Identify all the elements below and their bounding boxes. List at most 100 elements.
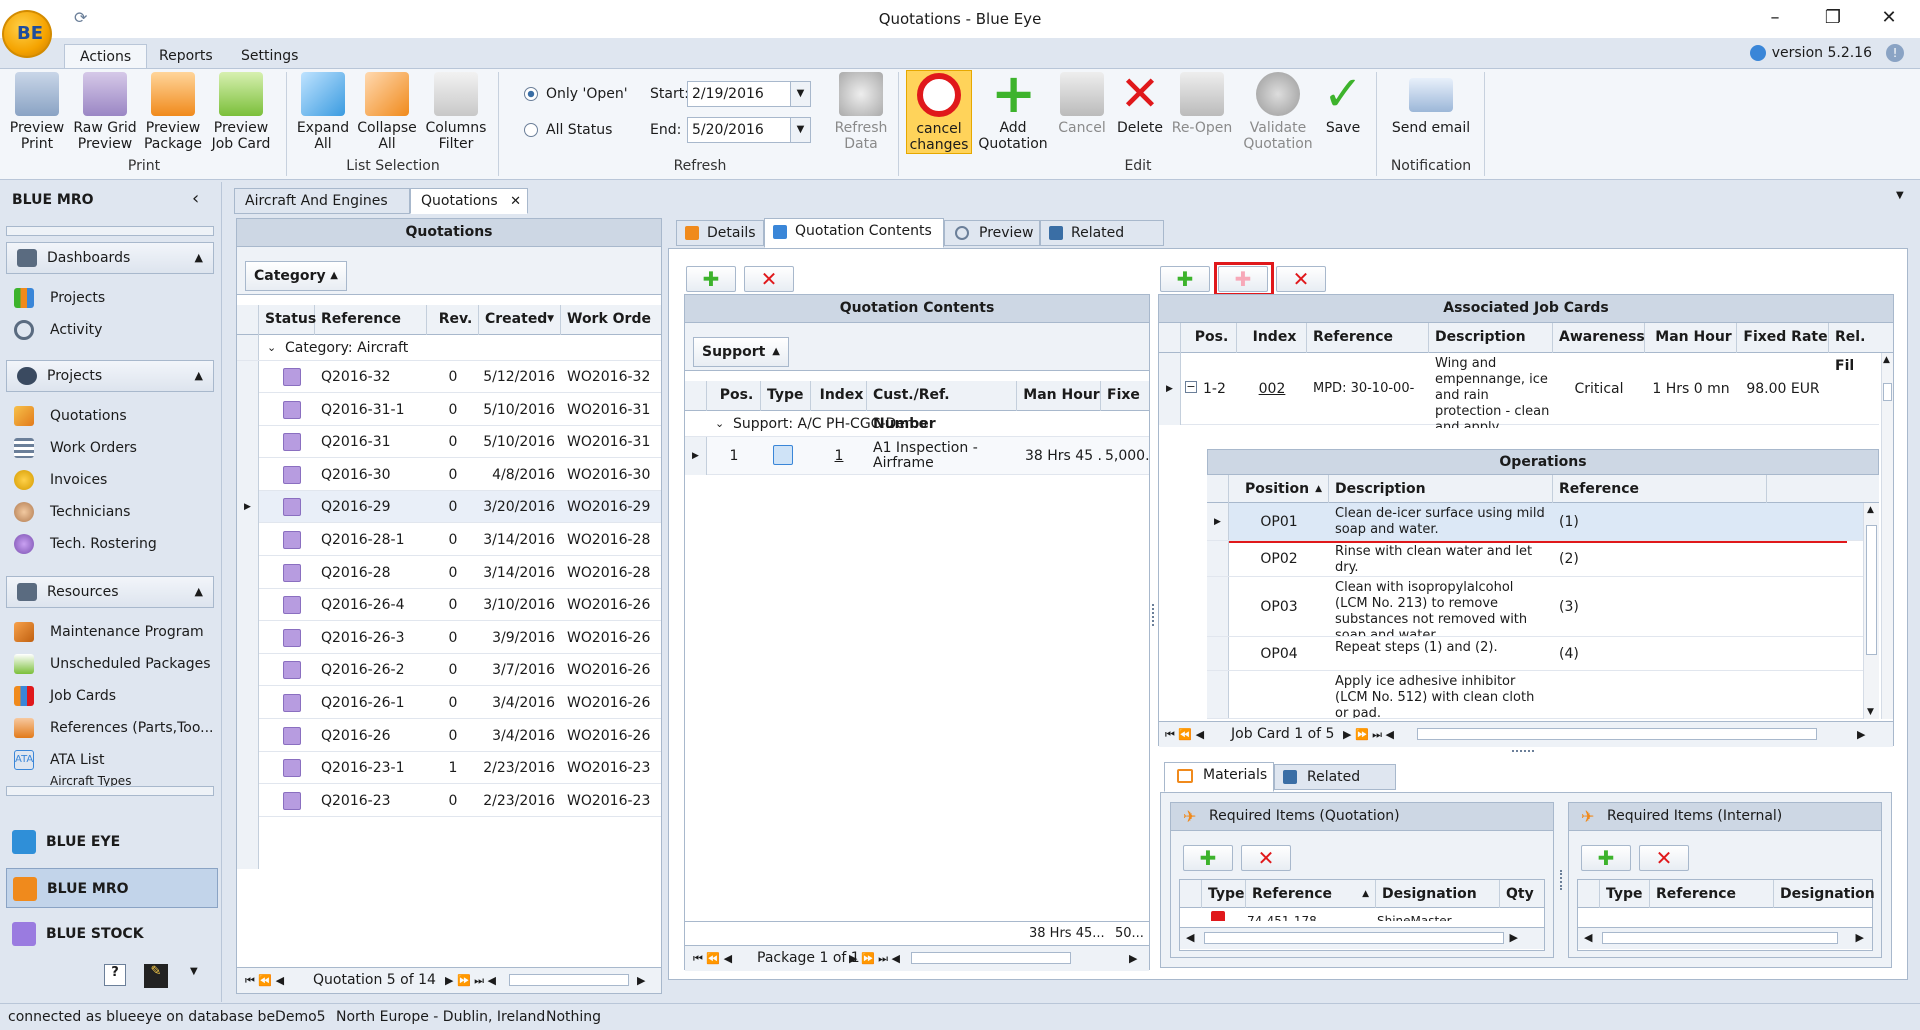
col-rq-reference[interactable]: Reference ▲: [1246, 880, 1376, 908]
preview-job-card-button[interactable]: Preview Job Card: [208, 72, 274, 152]
collapse-row-icon[interactable]: −: [1185, 381, 1197, 393]
chevron-down-icon[interactable]: ⌄: [267, 335, 276, 361]
projects-section-header[interactable]: Projects ▲: [6, 360, 214, 392]
delete-button[interactable]: ✕ Delete: [1112, 70, 1168, 136]
operation-row[interactable]: Apply ice adhesive inhibitor (LCM No. 51…: [1207, 671, 1863, 719]
horizontal-splitter[interactable]: [1512, 750, 1534, 752]
content-row[interactable]: ▶ 1 1 A1 Inspection - Airframe 38 Hrs 45…: [685, 437, 1149, 475]
col-work-order[interactable]: Work Orde: [561, 305, 661, 335]
job-card-index-link[interactable]: 002: [1237, 353, 1307, 397]
nav-first-icon[interactable]: ⏮ ⏪ ◀: [1165, 728, 1204, 741]
help-icon[interactable]: !: [1886, 44, 1904, 62]
start-date-field[interactable]: 2/19/2016 ▼: [687, 81, 811, 107]
refresh-data-button[interactable]: Refresh Data: [828, 72, 894, 152]
delete-job-card-button[interactable]: ✕: [1276, 266, 1326, 292]
preview-print-button[interactable]: Preview Print: [4, 72, 70, 152]
chevron-up-icon[interactable]: ▲: [195, 361, 203, 391]
nav-item-job-cards[interactable]: Job Cards: [14, 684, 116, 708]
col-pos[interactable]: Pos.: [707, 381, 761, 411]
chevron-down-icon[interactable]: ▼: [790, 118, 810, 142]
tab-details[interactable]: Details: [676, 220, 764, 246]
col-ri-type[interactable]: Type: [1600, 880, 1650, 908]
nav-item-ata-list[interactable]: ATA ATA List: [14, 748, 104, 772]
nav-first-icon[interactable]: ⏮ ⏪ ◀: [245, 974, 284, 987]
col-ri-reference[interactable]: Reference: [1650, 880, 1774, 908]
operation-row[interactable]: OP04 Repeat steps (1) and (2). (4): [1207, 637, 1863, 671]
refresh-icon[interactable]: ⟳: [74, 8, 87, 27]
col-created[interactable]: Created ▼: [479, 305, 561, 335]
col-ri-designation[interactable]: Designation: [1774, 880, 1875, 908]
horizontal-scrollbar[interactable]: [1417, 728, 1817, 740]
col-rev[interactable]: Rev.: [427, 305, 479, 335]
tab-materials[interactable]: Materials: [1164, 762, 1274, 792]
status-checkbox[interactable]: [283, 694, 301, 712]
col-index[interactable]: Index: [811, 381, 867, 411]
table-row[interactable]: Q2016-32 0 5/12/2016 WO2016-32: [237, 361, 661, 393]
delete-required-item-button[interactable]: ✕: [1241, 845, 1291, 871]
collapse-nav-icon[interactable]: ‹: [192, 188, 199, 209]
table-row[interactable]: Q2016-26-1 0 3/4/2016 WO2016-26: [237, 687, 661, 719]
tab-related-files[interactable]: Related Files: [1040, 220, 1164, 266]
status-checkbox[interactable]: [283, 400, 301, 419]
status-checkbox[interactable]: [283, 465, 301, 484]
minimize-button[interactable]: –: [1760, 6, 1790, 30]
dashboards-section-header[interactable]: Dashboards ▲: [6, 242, 214, 274]
vertical-splitter[interactable]: [1152, 604, 1156, 626]
raw-grid-preview-button[interactable]: Raw Grid Preview: [72, 72, 138, 152]
table-row[interactable]: Q2016-26-4 0 3/10/2016 WO2016-26: [237, 589, 661, 622]
col-op-reference[interactable]: Reference: [1553, 475, 1767, 503]
delete-content-button[interactable]: ✕: [744, 266, 794, 292]
required-internal-scrollbar[interactable]: ◀ ▶: [1578, 927, 1872, 949]
table-row[interactable]: Q2016-23-1 1 2/23/2016 WO2016-23: [237, 752, 661, 785]
table-row[interactable]: Q2016-28-1 0 3/14/2016 WO2016-28: [237, 524, 661, 556]
delete-internal-item-button[interactable]: ✕: [1639, 845, 1689, 871]
chevron-down-icon[interactable]: ▼: [790, 82, 810, 106]
ribbon-tab-settings[interactable]: Settings: [226, 44, 313, 69]
col-man-hour[interactable]: Man Hour: [1017, 381, 1101, 411]
operation-row[interactable]: OP03 Clean with isopropylalcohol (LCM No.…: [1207, 577, 1863, 637]
status-checkbox[interactable]: [283, 759, 301, 778]
col-jc-description[interactable]: Description: [1429, 323, 1553, 353]
tab-preview[interactable]: Preview: [944, 220, 1040, 246]
status-checkbox[interactable]: [283, 726, 301, 745]
status-checkbox[interactable]: [283, 498, 301, 517]
ribbon-tab-reports[interactable]: Reports: [144, 44, 228, 69]
col-type[interactable]: Type: [761, 381, 811, 411]
operations-scrollbar[interactable]: ▲ ▼: [1863, 503, 1879, 719]
materials-splitter[interactable]: [1560, 870, 1564, 890]
ribbon-tab-actions[interactable]: Actions: [64, 44, 148, 69]
nav-item-work-orders[interactable]: Work Orders: [14, 436, 137, 460]
scroll-right-icon[interactable]: ▶: [1857, 722, 1865, 747]
col-rq-type[interactable]: Type: [1202, 880, 1246, 908]
expand-all-button[interactable]: Expand All: [292, 72, 354, 152]
add-job-card-button[interactable]: ✚: [1160, 266, 1210, 292]
nav-splitter[interactable]: [6, 226, 214, 236]
filter-arrow-icon[interactable]: ▼: [547, 305, 554, 334]
tab-quotations[interactable]: Quotations ✕: [410, 188, 528, 214]
col-jc-awareness[interactable]: Awareness: [1553, 323, 1645, 353]
app-blue-mro[interactable]: BLUE MRO: [6, 868, 218, 908]
chevron-up-icon[interactable]: ▲: [195, 243, 203, 273]
col-cust-ref[interactable]: Cust./Ref. Number: [867, 381, 1017, 432]
nav-splitter-bottom[interactable]: [6, 786, 214, 796]
app-blue-stock[interactable]: BLUE STOCK: [6, 914, 218, 954]
tools-icon[interactable]: ✎: [144, 964, 168, 988]
col-jc-fixed-rate[interactable]: Fixed Rate: [1737, 323, 1829, 353]
maximize-button[interactable]: ❐: [1818, 6, 1848, 30]
nav-item-technicians[interactable]: Technicians: [14, 500, 130, 524]
vertical-scrollbar[interactable]: ▲: [1881, 353, 1893, 719]
tab-quotation-contents[interactable]: Quotation Contents: [764, 218, 944, 248]
status-checkbox[interactable]: [283, 596, 301, 615]
nav-item-references[interactable]: References (Parts,Too...: [14, 716, 214, 740]
table-row[interactable]: Q2016-28 0 3/14/2016 WO2016-28: [237, 556, 661, 589]
app-logo[interactable]: BE: [2, 10, 52, 58]
table-row[interactable]: Q2016-31 0 5/10/2016 WO2016-31: [237, 426, 661, 459]
reopen-button[interactable]: Re-Open: [1170, 72, 1234, 136]
col-fixed[interactable]: Fixe: [1101, 381, 1149, 411]
status-checkbox[interactable]: [283, 563, 301, 582]
status-checkbox[interactable]: [283, 791, 301, 810]
status-checkbox[interactable]: [283, 368, 301, 386]
only-open-radio[interactable]: Only 'Open': [524, 86, 628, 102]
status-checkbox[interactable]: [283, 628, 301, 647]
col-status[interactable]: Status: [259, 305, 316, 335]
